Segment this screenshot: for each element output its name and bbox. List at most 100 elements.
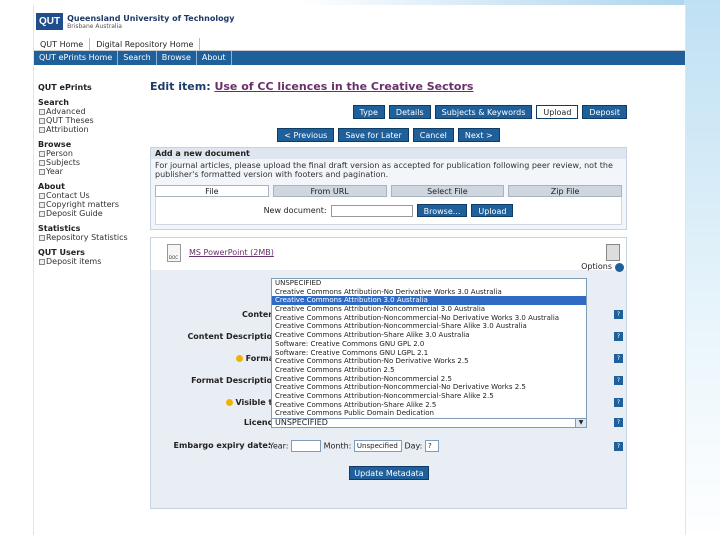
licence-option[interactable]: Creative Commons Attribution-No Derivati…	[272, 357, 586, 366]
month-select[interactable]: Unspecified	[353, 440, 402, 452]
sidebar-heading-search[interactable]: Search	[38, 98, 148, 107]
tab-select-file[interactable]: Select File	[390, 185, 505, 197]
help-icon[interactable]: ?	[614, 442, 623, 451]
top-nav-qut-home[interactable]: QUT Home	[34, 38, 91, 50]
wizard-steps: Type Details Subjects & Keywords Upload …	[150, 105, 627, 119]
embargo-label: Embargo expiry date:	[173, 441, 271, 450]
document-area: DOC MS PowerPoint (2MB) Options Content:…	[150, 237, 627, 509]
trash-icon[interactable]	[606, 244, 620, 261]
browser-screenshot: QUT Queensland University of Technology …	[33, 5, 686, 535]
upload-row: New document: Browse... Upload	[155, 197, 622, 225]
licence-option[interactable]: Creative Commons Attribution 3.0 Austral…	[272, 296, 586, 306]
sidebar-item-year[interactable]: Year	[38, 167, 148, 176]
wizard-step-type[interactable]: Type	[352, 105, 385, 119]
app-nav: QUT ePrints Home Search Browse About	[34, 51, 685, 65]
licence-option[interactable]: Creative Commons Public Domain Dedicatio…	[272, 409, 586, 418]
cancel-button[interactable]: Cancel	[412, 128, 454, 142]
required-bulb-icon	[225, 399, 233, 406]
licence-option[interactable]: Creative Commons Attribution-Noncommerci…	[272, 383, 586, 392]
month-label: Month:	[323, 441, 352, 451]
document-icon-caption: DOC	[169, 255, 179, 260]
top-nav: QUT Home Digital Repository Home	[34, 38, 685, 51]
licence-option[interactable]: Creative Commons Attribution 2.5	[272, 366, 586, 375]
licence-option[interactable]: Creative Commons Attribution-Share Alike…	[272, 401, 586, 410]
qut-logo[interactable]: QUT	[36, 13, 64, 30]
sidebar-heading-browse[interactable]: Browse	[38, 140, 148, 149]
sidebar-item-advanced[interactable]: Advanced	[38, 107, 148, 116]
embargo-fields: Year: Month: Unspecified Day: ?	[269, 440, 439, 452]
file-path-input[interactable]	[330, 204, 413, 217]
licence-option[interactable]: Creative Commons Attribution-Noncommerci…	[272, 322, 586, 331]
upload-button[interactable]: Upload	[471, 204, 514, 217]
next-button[interactable]: Next >	[457, 128, 500, 142]
wizard-step-subjects[interactable]: Subjects & Keywords	[434, 105, 533, 119]
help-icon[interactable]: ?	[614, 398, 623, 407]
tab-from-url[interactable]: From URL	[272, 185, 387, 197]
licence-option[interactable]: Creative Commons Attribution-Noncommerci…	[272, 375, 586, 384]
year-label: Year:	[269, 441, 289, 451]
day-select[interactable]: ?	[424, 440, 439, 452]
licence-option[interactable]: Software: Creative Commons GNU GPL 2.0	[272, 340, 586, 349]
collapse-icon[interactable]	[615, 263, 624, 272]
help-icon[interactable]: ?	[614, 418, 623, 427]
year-input[interactable]	[291, 440, 322, 452]
help-icon[interactable]: ?	[614, 376, 623, 385]
required-bulb-icon	[235, 355, 243, 362]
help-icon[interactable]: ?	[614, 310, 623, 319]
app-nav-home[interactable]: QUT ePrints Home	[34, 51, 119, 65]
sidebar-title: QUT ePrints	[38, 83, 92, 92]
day-label: Day:	[404, 441, 423, 451]
chevron-down-icon[interactable]: ▼	[575, 418, 586, 427]
sidebar-item-copyright[interactable]: Copyright matters	[38, 200, 148, 209]
document-metadata-form: Options Content: ? Content Description: …	[151, 262, 626, 508]
help-icon[interactable]: ?	[614, 332, 623, 341]
wizard-step-details[interactable]: Details	[388, 105, 431, 119]
licence-select-value: UNSPECIFIED	[275, 418, 328, 427]
document-file-link[interactable]: MS PowerPoint (2MB)	[189, 248, 274, 257]
wizard-nav-buttons: < Previous Save for Later Cancel Next >	[150, 128, 627, 142]
app-nav-about[interactable]: About	[197, 51, 232, 65]
app-nav-search[interactable]: Search	[118, 51, 157, 65]
sidebar-item-subjects[interactable]: Subjects	[38, 158, 148, 167]
licence-option[interactable]: UNSPECIFIED	[272, 279, 586, 288]
add-document-panel: Add a new document For journal articles,…	[150, 147, 627, 230]
university-location: Brisbane Australia	[67, 22, 122, 30]
tab-file[interactable]: File	[155, 185, 269, 197]
wizard-step-upload[interactable]: Upload	[536, 105, 579, 119]
sidebar-heading-about[interactable]: About	[38, 182, 148, 191]
help-icon[interactable]: ?	[614, 354, 623, 363]
sidebar-heading-qut-users[interactable]: QUT Users	[38, 248, 148, 257]
sidebar-item-repo-stats[interactable]: Repository Statistics	[38, 233, 148, 242]
licence-option[interactable]: Creative Commons Attribution-Noncommerci…	[272, 305, 586, 314]
licence-option[interactable]: Creative Commons Attribution-Noncommerci…	[272, 314, 586, 323]
sidebar-item-deposit-guide[interactable]: Deposit Guide	[38, 209, 148, 218]
licence-option[interactable]: Creative Commons Attribution-Noncommerci…	[272, 392, 586, 401]
licence-option[interactable]: Creative Commons Attribution-No Derivati…	[272, 288, 586, 297]
new-document-label: New document:	[263, 206, 327, 215]
sidebar-item-deposit-items[interactable]: Deposit items	[38, 257, 148, 266]
item-title-link[interactable]: Use of CC licences in the Creative Secto…	[214, 80, 473, 93]
add-document-description: For journal articles, please upload the …	[155, 161, 613, 179]
licence-option[interactable]: Creative Commons Attribution-Share Alike…	[272, 331, 586, 340]
header-logo-bar: QUT Queensland University of Technology …	[34, 5, 685, 38]
browse-button[interactable]: Browse...	[416, 204, 468, 217]
logo-text: Queensland University of Technology Bris…	[67, 14, 234, 30]
format-description-label: Format Description:	[191, 376, 281, 385]
previous-button[interactable]: < Previous	[277, 128, 335, 142]
sidebar-item-contact[interactable]: Contact Us	[38, 191, 148, 200]
options-toggle-label[interactable]: Options	[581, 262, 612, 271]
slide-right-decoration	[684, 0, 720, 540]
wizard-step-deposit[interactable]: Deposit	[582, 105, 627, 119]
update-metadata-button[interactable]: Update Metadata	[349, 466, 429, 480]
licence-option[interactable]: Software: Creative Commons GNU LGPL 2.1	[272, 349, 586, 358]
content-description-label: Content Description:	[187, 332, 281, 341]
top-nav-repository-home[interactable]: Digital Repository Home	[90, 38, 201, 50]
sidebar-item-person[interactable]: Person	[38, 149, 148, 158]
sidebar-heading-statistics[interactable]: Statistics	[38, 224, 148, 233]
sidebar-item-attribution[interactable]: Attribution	[38, 125, 148, 134]
sidebar-item-qut-theses[interactable]: QUT Theses	[38, 116, 148, 125]
save-for-later-button[interactable]: Save for Later	[338, 128, 409, 142]
licence-dropdown-list[interactable]: UNSPECIFIED Creative Commons Attribution-…	[271, 278, 587, 419]
app-nav-browse[interactable]: Browse	[157, 51, 197, 65]
tab-zip-file[interactable]: Zip File	[508, 185, 622, 197]
